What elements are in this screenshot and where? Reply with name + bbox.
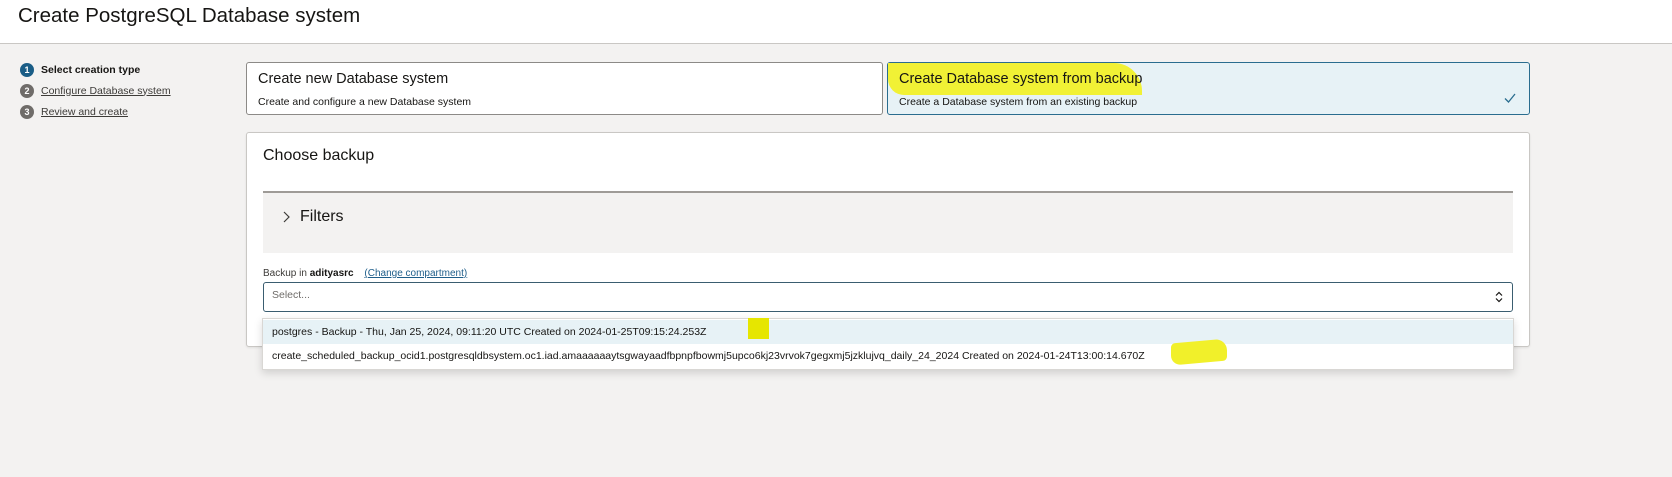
step-number: 2 (20, 83, 34, 98)
filters-expander[interactable]: Filters (263, 191, 1513, 253)
page-header: Create PostgreSQL Database system (0, 0, 1672, 44)
backup-option[interactable]: postgres - Backup - Thu, Jan 25, 2024, 0… (263, 320, 1513, 344)
backup-label-prefix: Backup in (263, 268, 307, 279)
card-title: Create Database system from backup (899, 71, 1143, 87)
card-create-new-database[interactable]: Create new Database system Create and co… (246, 62, 883, 115)
card-create-from-backup[interactable]: Create Database system from backup Creat… (887, 62, 1530, 115)
check-icon (1504, 93, 1516, 103)
panel-title: Choose backup (263, 147, 375, 164)
card-description: Create and configure a new Database syst… (258, 96, 472, 108)
chevron-right-icon (283, 211, 290, 223)
backup-compartment-label: Backup in adityasrc (Change compartment) (263, 268, 467, 279)
page-title: Create PostgreSQL Database system (18, 4, 361, 27)
step-label-link[interactable]: Configure Database system (41, 85, 171, 97)
step-label-link[interactable]: Review and create (41, 106, 128, 118)
backup-select[interactable] (263, 282, 1513, 312)
updown-chevron-icon (1495, 291, 1503, 303)
choose-backup-panel: Choose backup Filters Backup in adityasr… (246, 132, 1530, 347)
change-compartment-link[interactable]: (Change compartment) (364, 268, 467, 279)
compartment-name: adityasrc (309, 268, 354, 279)
step-label: Select creation type (41, 63, 141, 76)
wizard-steps: 1 Select creation type 2 Configure Datab… (20, 59, 171, 122)
filters-label: Filters (300, 208, 344, 225)
card-title: Create new Database system (258, 71, 449, 87)
step-number: 3 (20, 104, 34, 119)
backup-select-input[interactable] (272, 289, 1472, 301)
step-configure-database-system[interactable]: 2 Configure Database system (20, 80, 171, 101)
highlighter-mark (748, 318, 769, 339)
step-review-and-create[interactable]: 3 Review and create (20, 101, 171, 122)
step-select-creation-type[interactable]: 1 Select creation type (20, 59, 171, 80)
backup-option[interactable]: create_scheduled_backup_ocid1.postgresql… (263, 344, 1513, 368)
step-number: 1 (20, 62, 34, 77)
card-description: Create a Database system from an existin… (899, 96, 1138, 108)
backup-options-list: postgres - Backup - Thu, Jan 25, 2024, 0… (262, 318, 1514, 370)
